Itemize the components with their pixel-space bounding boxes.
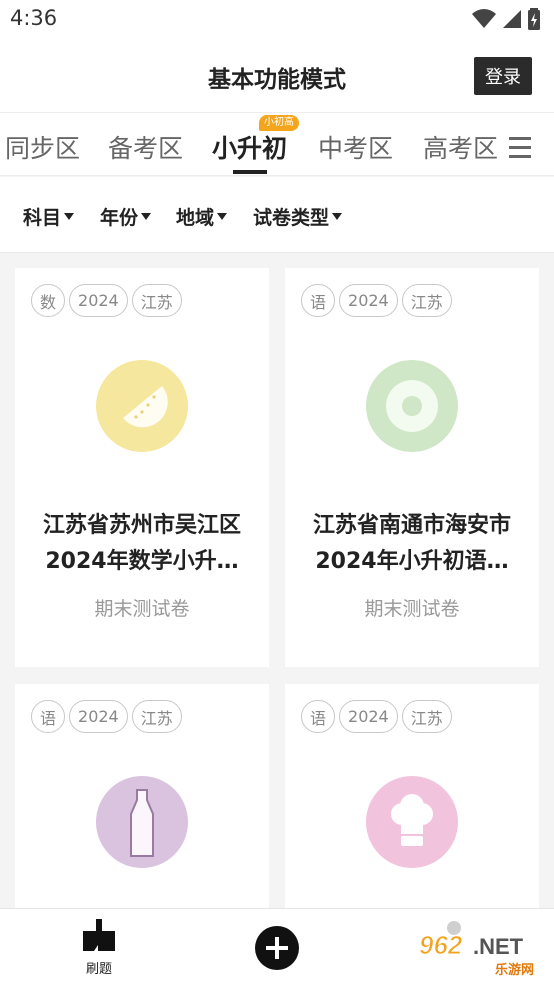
card-subtitle: 期末测试卷 [364, 598, 460, 620]
tag-subject: 语 [31, 700, 66, 733]
tab-middle-exam[interactable]: 中考区 [318, 129, 393, 165]
filter-bar: 科目 年份 地域 试卷类型 [0, 177, 554, 253]
tag-subject: 语 [301, 700, 336, 733]
tag-subject: 数 [31, 284, 66, 317]
status-time: 4:36 [10, 6, 58, 30]
paper-card[interactable]: 语 2024 江苏 江苏省南通市海安市 2024年小升初语… 期末测试卷 [285, 268, 539, 667]
bottle-icon [96, 776, 188, 868]
card-subtitle: 期末测试卷 [94, 598, 190, 620]
menu-icon[interactable] [509, 137, 531, 159]
tag-region: 江苏 [401, 700, 452, 733]
chef-hat-icon [366, 776, 458, 868]
tab-badge: 小初高 [259, 115, 299, 131]
card-title-line2: 2024年小升初语… [315, 549, 509, 574]
login-button[interactable]: 登录 [474, 57, 532, 95]
tag-region: 江苏 [131, 284, 182, 317]
caret-down-icon [64, 213, 75, 220]
paper-card[interactable]: 数 2024 江苏 江苏省苏州市吴江区 2024年数学小升… 期末测试卷 [15, 268, 269, 667]
melon-slice-icon [96, 360, 188, 452]
filter-region[interactable]: 地域 [176, 203, 228, 230]
nav-practice-label: 刷题 [85, 962, 112, 977]
tag-list: 语 2024 江苏 [31, 700, 182, 733]
tabs-bar: 同步区 备考区 小升初 小初高 中考区 高考区 [0, 112, 554, 176]
tab-primary-to-middle[interactable]: 小升初 [212, 129, 287, 165]
filter-subject-label: 科目 [23, 207, 62, 229]
tag-year: 2024 [339, 700, 398, 733]
card-title: 江苏省南通市海安市 2024年小升初语… [293, 508, 531, 580]
tag-year: 2024 [69, 700, 128, 733]
tag-list: 语 2024 江苏 [301, 284, 452, 317]
tag-region: 江苏 [131, 700, 182, 733]
filter-region-label: 地域 [176, 207, 215, 229]
filter-year[interactable]: 年份 [100, 203, 152, 230]
tag-subject: 语 [301, 284, 336, 317]
filter-year-label: 年份 [100, 207, 139, 229]
signal-icon [503, 10, 521, 28]
paper-card[interactable]: 语 2024 江苏 [15, 684, 269, 914]
tab-sync[interactable]: 同步区 [5, 129, 80, 165]
title-bar: 基本功能模式 登录 [0, 40, 554, 112]
tag-list: 语 2024 江苏 [301, 700, 452, 733]
watermark-logo: 962 .NET 乐游网 [419, 930, 535, 979]
tab-college-exam[interactable]: 高考区 [423, 129, 498, 165]
tag-list: 数 2024 江苏 [31, 284, 182, 317]
tab-exam-prep[interactable]: 备考区 [108, 129, 183, 165]
caret-down-icon [141, 213, 152, 220]
card-title: 江苏省苏州市吴江区 2024年数学小升… [23, 508, 261, 580]
status-bar: 4:36 [0, 0, 554, 40]
card-title-line2: 2024年数学小升… [45, 549, 239, 574]
paper-card[interactable]: 语 2024 江苏 [285, 684, 539, 914]
svg-text:962: 962 [419, 930, 463, 960]
page-title: 基本功能模式 [208, 67, 346, 93]
watermark-net: .NET [473, 934, 524, 959]
card-title-line1: 江苏省南通市海安市 [312, 513, 511, 538]
filter-paper-type-label: 试卷类型 [253, 207, 330, 229]
add-button[interactable] [255, 926, 299, 970]
watermark-sub: 乐游网 [495, 962, 534, 978]
card-title-line1: 江苏省苏州市吴江区 [42, 513, 241, 538]
caret-down-icon [332, 213, 343, 220]
filter-paper-type[interactable]: 试卷类型 [253, 203, 343, 230]
tag-year: 2024 [69, 284, 128, 317]
caret-down-icon [217, 213, 228, 220]
nav-practice[interactable]: 刷题 [76, 919, 122, 977]
donut-icon [366, 360, 458, 452]
tag-region: 江苏 [401, 284, 452, 317]
filter-subject[interactable]: 科目 [23, 203, 75, 230]
active-tab-indicator [233, 170, 267, 174]
brush-icon [83, 919, 115, 951]
battery-icon [528, 8, 540, 30]
wifi-icon [472, 9, 496, 28]
status-icons [472, 8, 540, 30]
tag-year: 2024 [339, 284, 398, 317]
